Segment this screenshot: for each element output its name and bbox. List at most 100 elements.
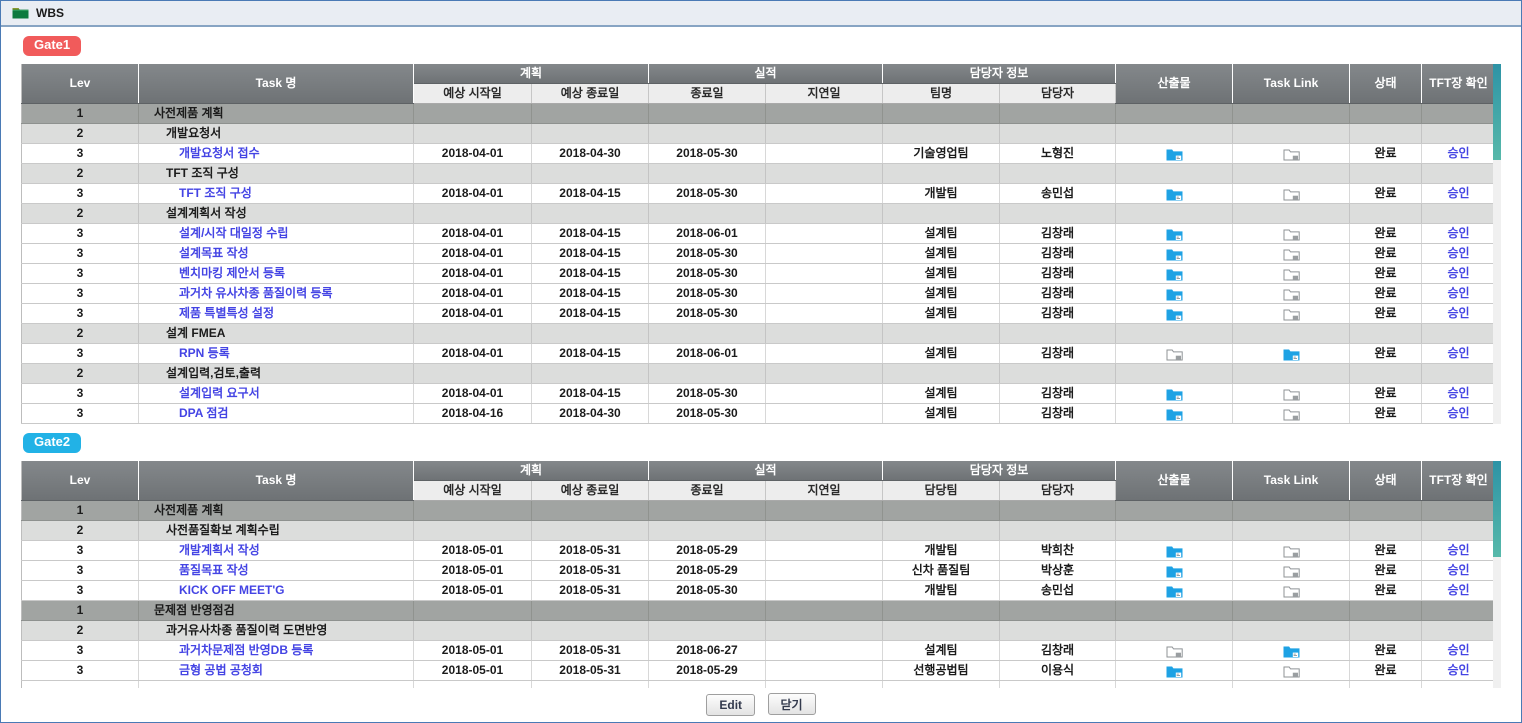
output-folder-icon[interactable] [1166, 388, 1183, 401]
task-name-link[interactable]: 과거차 유사차종 품질이력 등록 [141, 284, 333, 303]
task-link-folder-icon[interactable] [1283, 545, 1300, 558]
approve-link[interactable]: 승인 [1447, 406, 1469, 420]
task-link-folder-icon[interactable] [1283, 585, 1300, 598]
output-folder-icon[interactable] [1166, 268, 1183, 281]
output-folder-icon[interactable] [1166, 565, 1183, 578]
approve-link[interactable]: 승인 [1447, 386, 1469, 400]
approve-link[interactable]: 승인 [1447, 246, 1469, 260]
output-folder-icon[interactable] [1166, 408, 1183, 421]
approve-link[interactable]: 승인 [1447, 543, 1469, 557]
task-name-link[interactable]: 과거차문제점 반영DB 등록 [141, 641, 313, 660]
output-folder-icon[interactable] [1166, 248, 1183, 261]
task-link-folder-icon[interactable] [1283, 308, 1300, 321]
edit-button[interactable]: Edit [706, 694, 755, 716]
approve-link[interactable]: 승인 [1447, 266, 1469, 280]
task-link-folder-icon[interactable] [1283, 565, 1300, 578]
approve-link[interactable]: 승인 [1447, 186, 1469, 200]
delay-cell [766, 244, 883, 264]
actual-end-cell: 2018-05-29 [649, 541, 766, 561]
approve-link[interactable]: 승인 [1447, 643, 1469, 657]
lev-cell: 3 [22, 264, 139, 284]
task-name-link[interactable]: 품질목표 작성 [141, 561, 249, 580]
task-link-folder-icon[interactable] [1283, 665, 1300, 678]
task-link-folder-icon[interactable] [1283, 248, 1300, 261]
column-header: 산출물 [1116, 461, 1233, 501]
task-name-link[interactable]: TFT 조직 구성 [141, 184, 252, 203]
task-link-folder-icon[interactable] [1283, 268, 1300, 281]
table-row: 2과거유사차종 품질이력 도면반영 [22, 621, 1494, 641]
output-folder-icon[interactable] [1166, 665, 1183, 678]
empty-cell [1422, 521, 1493, 541]
task-link-folder-icon[interactable] [1283, 148, 1300, 161]
output-folder-icon[interactable] [1166, 288, 1183, 301]
table-row: 3KICK OFF MEET'G2018-05-012018-05-312018… [22, 581, 1494, 601]
approve-link[interactable]: 승인 [1447, 663, 1469, 677]
approve-link[interactable]: 승인 [1447, 286, 1469, 300]
approve-link[interactable]: 승인 [1447, 583, 1469, 597]
task-name-link[interactable]: 개발계획서 작성 [141, 541, 260, 560]
task-link-folder-icon[interactable] [1283, 645, 1300, 658]
empty-cell [649, 501, 766, 521]
table-scrollbar[interactable] [1493, 64, 1501, 424]
delay-cell [766, 344, 883, 364]
task-group-label: 설계입력,검토,출력 [141, 364, 261, 383]
task-cell: 사전제품 계획 [139, 501, 414, 521]
empty-cell [883, 601, 1000, 621]
output-folder-icon[interactable] [1166, 348, 1183, 361]
task-name-link[interactable]: 금형 공법 공청회 [141, 661, 263, 680]
status-cell: 완료 [1350, 244, 1422, 264]
approve-link[interactable]: 승인 [1447, 563, 1469, 577]
task-name-link[interactable]: 설계/시작 대일정 수립 [141, 224, 288, 243]
output-folder-icon[interactable] [1166, 228, 1183, 241]
table-scrollbar[interactable] [1493, 461, 1501, 688]
column-header: 산출물 [1116, 64, 1233, 104]
output-folder-icon[interactable] [1166, 585, 1183, 598]
task-link-folder-icon[interactable] [1283, 228, 1300, 241]
output-folder-icon[interactable] [1166, 148, 1183, 161]
output-folder-icon[interactable] [1166, 645, 1183, 658]
task-name-link[interactable]: 설계입력 요구서 [141, 384, 260, 403]
task-link-cell [1233, 144, 1350, 164]
approve-link[interactable]: 승인 [1447, 226, 1469, 240]
task-cell: 설계계획서 작성 [139, 204, 414, 224]
output-folder-icon[interactable] [1166, 308, 1183, 321]
close-button[interactable]: 닫기 [768, 693, 816, 715]
empty-cell [1422, 164, 1493, 184]
approve-link[interactable]: 승인 [1447, 306, 1469, 320]
task-link-cell [1233, 641, 1350, 661]
task-link-folder-icon[interactable] [1283, 388, 1300, 401]
owner-cell: 송민섭 [1000, 184, 1116, 204]
approve-link[interactable]: 승인 [1447, 346, 1469, 360]
empty-cell [532, 501, 649, 521]
gate-badge: Gate2 [23, 433, 81, 453]
output-folder-icon[interactable] [1166, 545, 1183, 558]
empty-cell [883, 324, 1000, 344]
task-name-link[interactable]: KICK OFF MEET'G [141, 581, 285, 600]
task-link-folder-icon[interactable] [1283, 348, 1300, 361]
task-cell: 사전제품 계획 [139, 104, 414, 124]
task-name-link[interactable]: 개발요청서 접수 [141, 144, 260, 163]
approve-link[interactable]: 승인 [1447, 146, 1469, 160]
task-name-link[interactable]: DPA 점검 [141, 404, 228, 423]
empty-cell [1000, 204, 1116, 224]
scrollbar-thumb[interactable] [1493, 64, 1501, 160]
task-link-folder-icon[interactable] [1283, 408, 1300, 421]
empty-cell [649, 621, 766, 641]
task-link-cell [1233, 404, 1350, 424]
task-link-folder-icon[interactable] [1283, 188, 1300, 201]
output-cell [1116, 384, 1233, 404]
plan-start-cell: 2018-04-01 [414, 284, 532, 304]
task-link-folder-icon[interactable] [1283, 288, 1300, 301]
status-cell: 완료 [1350, 144, 1422, 164]
task-name-link[interactable]: 벤치마킹 제안서 등록 [141, 264, 285, 283]
task-name-link[interactable]: 설계목표 작성 [141, 244, 249, 263]
scrollbar-thumb[interactable] [1493, 461, 1501, 557]
empty-cell [1000, 324, 1116, 344]
output-folder-icon[interactable] [1166, 188, 1183, 201]
lev-cell: 3 [22, 244, 139, 264]
task-cell: 금형 공법 공청회 [139, 661, 414, 681]
task-name-link[interactable]: RPN 등록 [141, 344, 230, 363]
actual-end-cell: 2018-05-29 [649, 661, 766, 681]
task-name-link[interactable]: 제품 특별특성 설정 [141, 304, 274, 323]
empty-cell [649, 364, 766, 384]
